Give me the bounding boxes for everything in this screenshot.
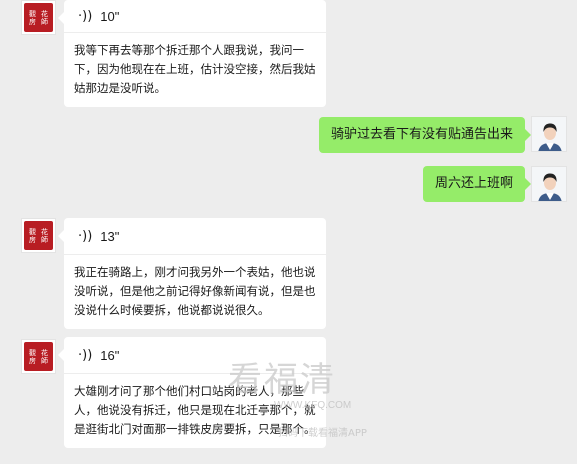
sent-text-bubble[interactable]: 周六还上班啊 <box>422 166 532 202</box>
voice-player[interactable]: ·)) 10" <box>64 0 326 32</box>
voice-message-bubble[interactable]: ·)) 16" 大雄刚才问了那个他们村口站岗的老人，那些人，他说没有拆迁，他只是… <box>58 337 326 448</box>
sent-text-bubble[interactable]: 骑驴过去看下有没有贴通告出来 <box>318 117 532 153</box>
contact-avatar[interactable]: 觀花 房師 <box>21 339 56 374</box>
voice-wave-icon: ·)) <box>78 228 93 244</box>
voice-player[interactable]: ·)) 13" <box>64 218 326 254</box>
seal-logo: 觀花 房師 <box>24 342 53 371</box>
voice-player[interactable]: ·)) 16" <box>64 337 326 373</box>
voice-duration: 13" <box>100 228 120 244</box>
seal-logo: 觀花 房師 <box>24 3 53 32</box>
voice-wave-icon: ·)) <box>78 8 93 24</box>
voice-transcript: 大雄刚才问了那个他们村口站岗的老人，那些人，他说没有拆迁，他只是现在北迁亭那个，… <box>64 373 326 448</box>
user-avatar[interactable] <box>531 116 567 152</box>
person-icon <box>532 117 566 151</box>
voice-transcript: 我等下再去等那个拆迁那个人跟我说，我问一下，因为他现在在上班，估计没空接，然后我… <box>64 32 326 107</box>
contact-avatar[interactable]: 觀花 房師 <box>21 0 56 35</box>
voice-message-bubble[interactable]: ·)) 10" 我等下再去等那个拆迁那个人跟我说，我问一下，因为他现在在上班，估… <box>58 0 326 107</box>
voice-transcript: 我正在骑路上，刚才问我另外一个表姑，他也说没听说，但是他之前记得好像新闻有说，但… <box>64 254 326 329</box>
person-icon <box>532 167 566 201</box>
user-avatar[interactable] <box>531 166 567 202</box>
voice-duration: 10" <box>100 8 120 24</box>
voice-duration: 16" <box>100 347 120 363</box>
voice-message-bubble[interactable]: ·)) 13" 我正在骑路上，刚才问我另外一个表姑，他也说没听说，但是他之前记得… <box>58 218 326 329</box>
contact-avatar[interactable]: 觀花 房師 <box>21 218 56 253</box>
seal-logo: 觀花 房師 <box>24 221 53 250</box>
voice-wave-icon: ·)) <box>78 347 93 363</box>
